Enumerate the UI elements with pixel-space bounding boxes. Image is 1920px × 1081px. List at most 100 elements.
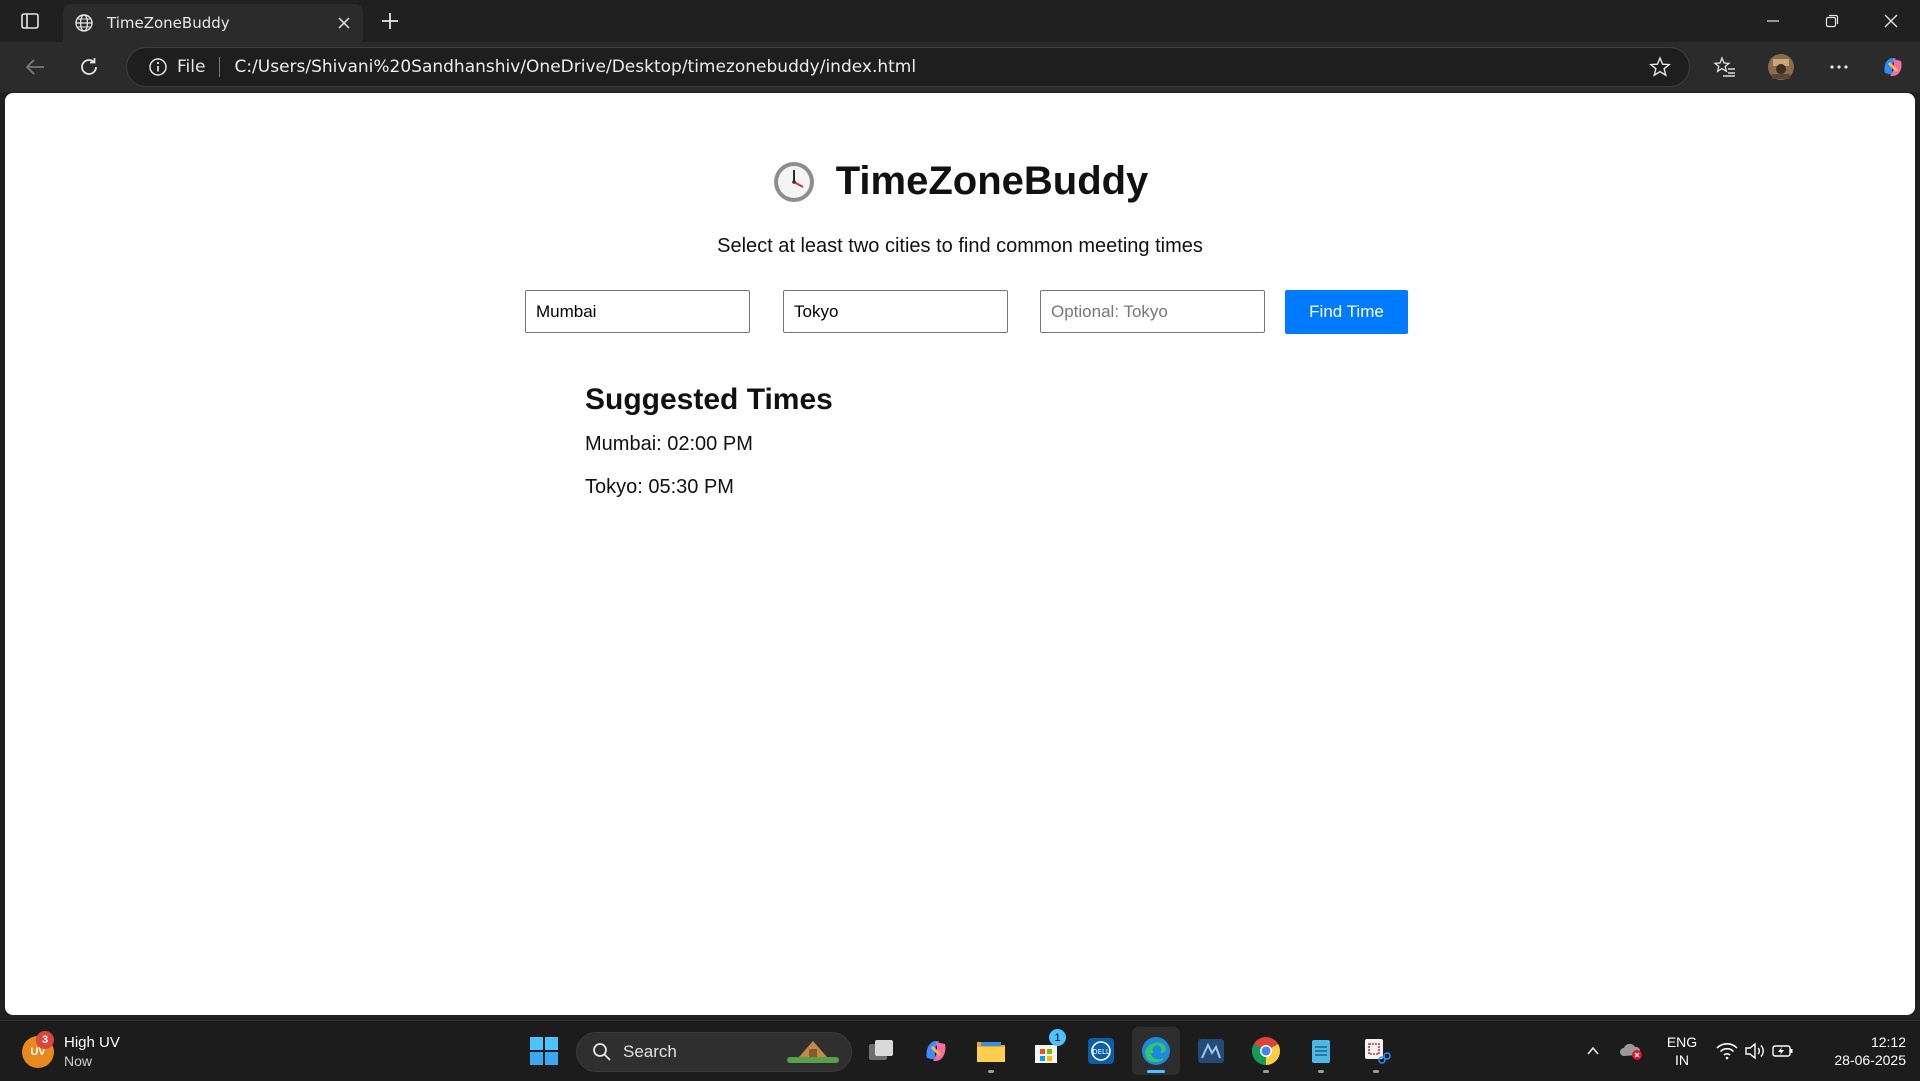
- dell-app[interactable]: DELL: [1077, 1027, 1125, 1075]
- profile-button[interactable]: [1762, 48, 1800, 86]
- snipping-tool-icon: [1365, 1039, 1391, 1064]
- result-line: Mumbai: 02:00 PM: [585, 433, 753, 455]
- new-tab-button[interactable]: [372, 6, 408, 36]
- language-indicator[interactable]: ENG IN: [1660, 1033, 1704, 1069]
- weather-count-badge: 3: [36, 1031, 54, 1049]
- mysql-workbench-app[interactable]: [1187, 1027, 1235, 1075]
- svg-text:DELL: DELL: [1092, 1048, 1110, 1056]
- copilot-button[interactable]: [1874, 48, 1912, 86]
- copilot-taskbar-app[interactable]: [912, 1027, 960, 1075]
- address-scheme: File: [177, 57, 206, 77]
- address-separator: [219, 57, 221, 77]
- cloud-error-icon: [1620, 1043, 1642, 1060]
- city-input-2[interactable]: [783, 290, 1008, 333]
- wifi-icon: [1716, 1043, 1738, 1060]
- running-indicator: [988, 1070, 994, 1073]
- weather-title: High UV: [64, 1034, 120, 1051]
- tab-strip: TimeZoneBuddy: [0, 0, 1920, 42]
- taskbar: UV 3 High UV Now Search 1 DELL ENG IN 12…: [0, 1020, 1920, 1081]
- restore-button[interactable]: [1803, 0, 1861, 42]
- results-heading: Suggested Times: [585, 383, 833, 416]
- tab-close-icon[interactable]: [329, 8, 359, 38]
- result-line: Tokyo: 05:30 PM: [585, 476, 734, 498]
- tab-title: TimeZoneBuddy: [107, 14, 230, 32]
- browser-toolbar: File C:/Users/Shivani%20Sandhanshiv/OneD…: [0, 42, 1920, 92]
- language-line-2: IN: [1675, 1052, 1689, 1068]
- minimize-icon: [1767, 20, 1779, 22]
- page-viewport: TimeZoneBuddy Select at least two cities…: [5, 93, 1915, 1015]
- tab-actions-button[interactable]: [10, 4, 50, 38]
- address-url[interactable]: C:/Users/Shivani%20Sandhanshiv/OneDrive/…: [234, 57, 1645, 77]
- chrome-app[interactable]: [1242, 1027, 1290, 1075]
- refresh-button[interactable]: [70, 48, 108, 86]
- chrome-icon: [1252, 1037, 1280, 1065]
- page-subtitle: Select at least two cities to find commo…: [717, 235, 1203, 257]
- find-time-button[interactable]: Find Time: [1285, 290, 1408, 334]
- network-status[interactable]: [1714, 1021, 1740, 1081]
- favorites-button[interactable]: [1706, 48, 1744, 86]
- page-header: TimeZoneBuddy: [5, 159, 1915, 204]
- weather-uv-icon: UV 3: [22, 1031, 54, 1068]
- battery-status[interactable]: [1770, 1021, 1796, 1081]
- copilot-icon: [926, 1041, 946, 1061]
- database-icon: [1198, 1039, 1224, 1063]
- show-hidden-icons-button[interactable]: [1578, 1021, 1608, 1081]
- favorite-star-icon[interactable]: [1645, 52, 1675, 82]
- favorites-list-icon: [1713, 56, 1735, 77]
- battery-charging-icon: [1772, 1045, 1793, 1057]
- page-title: TimeZoneBuddy: [835, 159, 1149, 203]
- results-section: Suggested Times Mumbai: 02:00 PM Tokyo: …: [585, 383, 833, 498]
- close-window-button[interactable]: [1862, 0, 1920, 42]
- language-line-1: ENG: [1666, 1034, 1698, 1050]
- globe-icon: [73, 12, 95, 34]
- speaker-icon: [1745, 1042, 1764, 1060]
- edge-icon: [1142, 1037, 1170, 1065]
- tab-actions-icon: [21, 13, 39, 29]
- dell-icon: DELL: [1088, 1038, 1114, 1064]
- restore-icon: [1825, 14, 1839, 28]
- back-arrow-icon: [25, 59, 44, 75]
- city-input-3[interactable]: [1040, 290, 1265, 333]
- start-button[interactable]: [520, 1027, 568, 1075]
- more-options-icon: [1830, 65, 1848, 69]
- info-icon[interactable]: [147, 56, 169, 78]
- address-bar[interactable]: File C:/Users/Shivani%20Sandhanshiv/OneD…: [126, 47, 1690, 87]
- refresh-icon: [81, 58, 97, 75]
- city-input-1[interactable]: [525, 290, 750, 333]
- search-icon: [591, 1041, 613, 1063]
- avatar: [1768, 54, 1794, 80]
- chevron-up-icon: [1587, 1046, 1599, 1055]
- weather-subtitle: Now: [64, 1053, 93, 1069]
- snipping-tool-app[interactable]: [1352, 1027, 1400, 1075]
- running-indicator: [1263, 1070, 1269, 1073]
- running-indicator: [1373, 1070, 1379, 1073]
- task-view-button[interactable]: [857, 1027, 905, 1075]
- task-view-icon: [869, 1040, 893, 1060]
- taskbar-search[interactable]: Search: [576, 1032, 852, 1072]
- copilot-icon: [1884, 58, 1902, 76]
- weather-widget[interactable]: UV 3 High UV Now: [22, 1031, 120, 1071]
- minimize-button[interactable]: [1744, 0, 1802, 42]
- store-badge: 1: [1049, 1029, 1066, 1046]
- browser-tab[interactable]: TimeZoneBuddy: [63, 4, 363, 42]
- edge-browser-app[interactable]: [1132, 1027, 1180, 1075]
- file-explorer-app[interactable]: [967, 1027, 1015, 1075]
- clock-time: 12:12: [1870, 1034, 1906, 1050]
- notepad-app[interactable]: [1297, 1027, 1345, 1075]
- settings-menu-button[interactable]: [1820, 48, 1858, 86]
- clock-date: 28-06-2025: [1834, 1052, 1906, 1068]
- running-indicator: [1318, 1070, 1324, 1073]
- active-indicator: [1147, 1070, 1165, 1073]
- back-button[interactable]: [16, 48, 54, 86]
- volume-status[interactable]: [1742, 1021, 1768, 1081]
- windows-icon: [530, 1037, 558, 1065]
- microsoft-store-app[interactable]: 1: [1022, 1027, 1070, 1075]
- plus-icon: [382, 13, 398, 29]
- onedrive-status[interactable]: [1616, 1021, 1646, 1081]
- search-label: Search: [623, 1042, 677, 1061]
- folder-icon: [977, 1042, 1005, 1062]
- search-highlight-icon: [787, 1041, 839, 1063]
- notepad-icon: [1312, 1040, 1330, 1063]
- system-clock[interactable]: 12:12 28-06-2025: [1806, 1033, 1906, 1069]
- close-icon: [1884, 14, 1898, 28]
